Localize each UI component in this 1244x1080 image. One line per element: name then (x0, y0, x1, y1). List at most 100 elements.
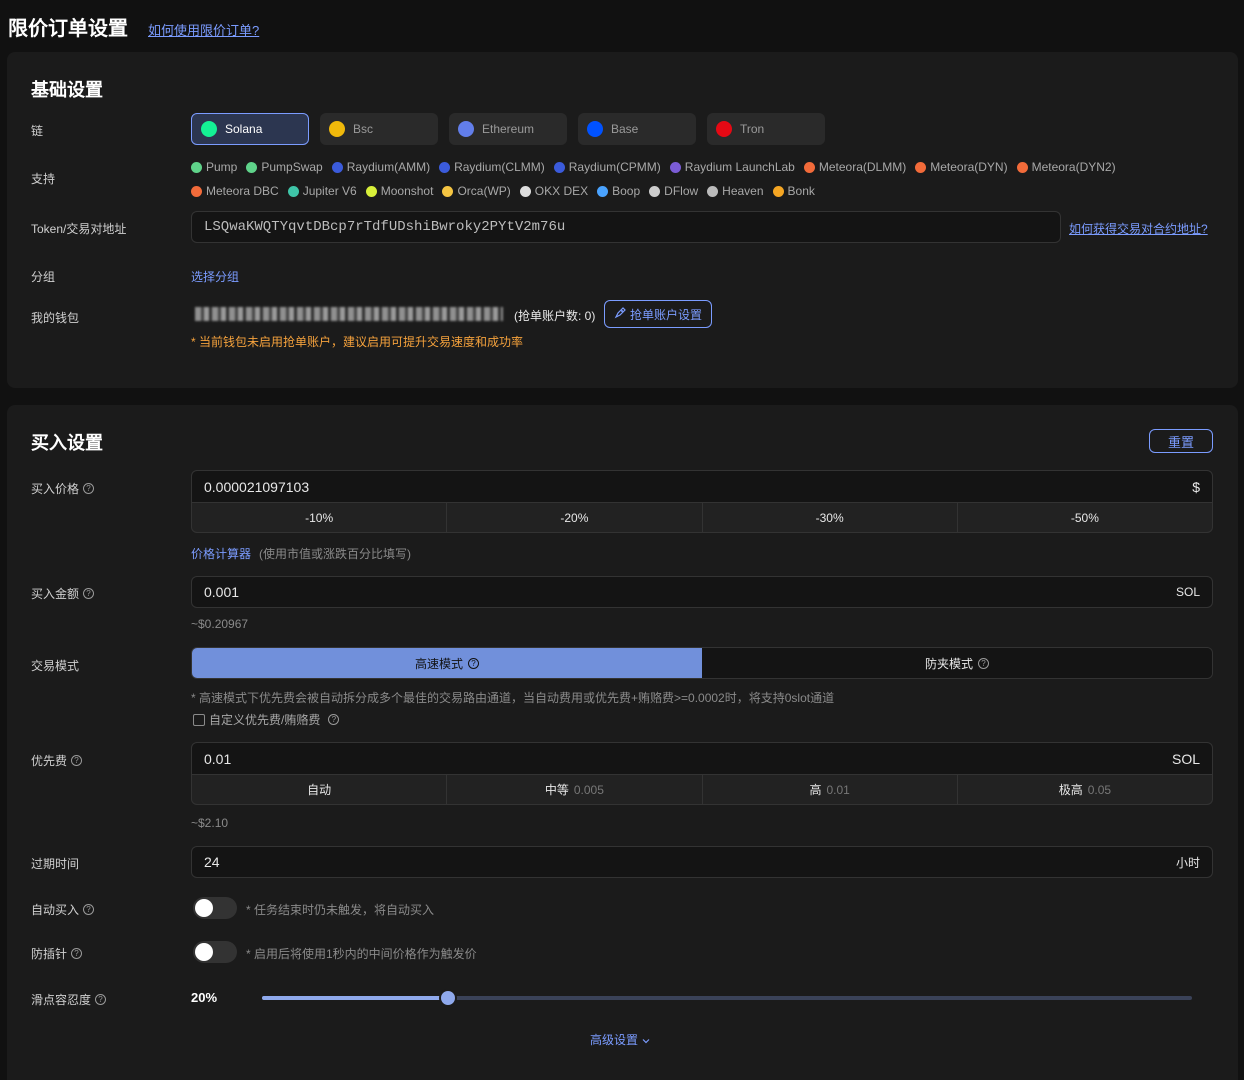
dex-item: Meteora(DYN2) (1016, 160, 1116, 174)
advanced-settings-toggle[interactable]: 高级设置 (590, 1031, 650, 1048)
chain-button-solana[interactable]: Solana (191, 113, 309, 145)
solana-icon (201, 121, 217, 137)
dex-icon (246, 161, 258, 173)
chain-label: 链 (31, 124, 44, 138)
question-icon[interactable]: ? (71, 948, 83, 959)
buy-amount-usd: ~$0.20967 (191, 617, 249, 631)
dex-item: PumpSwap (246, 160, 323, 174)
dex-item: Heaven (707, 184, 764, 198)
chain-button-tron[interactable]: Tron (707, 113, 825, 145)
priority-preset-label: 高 (809, 783, 822, 797)
dex-item: Raydium(AMM) (331, 160, 430, 174)
question-icon[interactable]: ? (95, 994, 107, 1005)
dex-name: Moonshot (380, 184, 434, 198)
slippage-label-text: 滑点容忍度 (31, 993, 92, 1007)
question-icon[interactable]: ? (83, 483, 95, 494)
priority-fee-preset-button[interactable]: 中等 0.005 (446, 775, 701, 804)
fast-mode-label: 高速模式 (414, 656, 463, 671)
dex-icon (439, 161, 451, 173)
priority-fee-label: 优先费 ? (31, 752, 83, 769)
question-icon[interactable]: ? (71, 755, 83, 766)
priority-preset-label: 极高 (1058, 783, 1083, 797)
chain-button-label: Bsc (353, 122, 374, 136)
question-icon[interactable]: ? (328, 714, 340, 725)
dex-name: Meteora(DYN2) (1031, 160, 1116, 174)
priority-fee-value: 0.01 (204, 750, 232, 767)
buy-price-field[interactable]: 0.000021097103 $ (191, 470, 1213, 503)
dex-icon (915, 161, 927, 173)
chain-button-label: Solana (225, 122, 263, 136)
priority-fee-preset-button[interactable]: 高 0.01 (701, 775, 957, 804)
dex-icon (191, 185, 202, 197)
base-icon (587, 121, 603, 137)
chain-button-base[interactable]: Base (578, 113, 696, 145)
snipe-account-warning: * 当前钱包未启用抢单账户，建议启用可提升交易速度和成功率 (191, 335, 524, 349)
question-icon[interactable]: ? (83, 904, 95, 915)
anti-sandwich-mode-option[interactable]: 防夹模式 ? (702, 648, 1212, 678)
auto-buy-toggle[interactable] (193, 897, 237, 919)
dex-icon (519, 185, 531, 197)
price-preset-button[interactable]: -20% (446, 503, 701, 532)
auto-buy-label-text: 自动买入 (31, 903, 80, 917)
question-icon[interactable]: ? (978, 657, 989, 669)
wallet-label: 我的钱包 (31, 311, 80, 325)
dex-name: Raydium(CLMM) (454, 160, 545, 174)
buy-amount-field[interactable]: 0.001 SOL (191, 576, 1213, 608)
fast-mode-option[interactable]: 高速模式 ? (192, 648, 702, 678)
price-preset-button[interactable]: -50% (956, 503, 1212, 532)
token-address-input[interactable] (204, 219, 1048, 235)
slippage-slider-thumb[interactable] (439, 989, 457, 1007)
anti-wick-toggle[interactable] (193, 941, 237, 963)
dex-icon (1016, 161, 1028, 173)
priority-preset-label: 中等 (544, 783, 569, 797)
question-icon[interactable]: ? (468, 657, 479, 669)
dex-name: Orca(WP) (457, 184, 511, 198)
trade-mode-label: 交易模式 (31, 659, 80, 673)
chain-button-label: Ethereum (482, 122, 535, 136)
priority-fee-preset-button[interactable]: 极高 0.05 (956, 775, 1212, 804)
price-calculator-link[interactable]: 价格计算器 (191, 545, 251, 562)
price-preset-button[interactable]: -10% (192, 503, 446, 532)
supported-dex-list: Pump PumpSwap Raydium(AMM) Raydium(CLMM) Ray… (191, 160, 1191, 198)
expire-field[interactable]: 24 小时 (191, 846, 1213, 878)
priority-fee-preset-button[interactable]: 自动 (192, 775, 446, 804)
dex-item: OKX DEX (519, 184, 588, 198)
priority-fee-field[interactable]: 0.01 SOL (191, 742, 1213, 775)
price-calculator-hint: (使用市值或涨跌百分比填写) (259, 547, 411, 561)
ethereum-icon (458, 121, 474, 137)
dex-name: Raydium LaunchLab (684, 160, 795, 174)
chain-button-bsc[interactable]: Bsc (320, 113, 438, 145)
price-preset-row: -10% -20% -30% -50% (191, 503, 1213, 533)
dex-name: Jupiter V6 (302, 184, 357, 198)
dex-item: Boop (597, 184, 640, 198)
toggle-knob (195, 899, 213, 917)
auto-buy-label: 自动买入 ? (31, 901, 95, 918)
dex-icon (669, 161, 681, 173)
dex-icon (649, 185, 661, 197)
token-address-field[interactable] (191, 211, 1061, 243)
buy-amount-unit: SOL (1175, 585, 1200, 599)
dex-icon (191, 161, 202, 173)
custom-fee-label: 自定义优先费/贿赂费 (209, 713, 321, 727)
chain-button-ethereum[interactable]: Ethereum (449, 113, 567, 145)
dex-icon (553, 161, 565, 173)
buy-amount-value: 0.001 (204, 584, 240, 600)
slippage-slider[interactable] (262, 989, 1192, 1007)
priority-preset-value: 0.005 (573, 782, 604, 797)
header: 限价订单设置 如何使用限价订单? (8, 12, 259, 41)
question-icon[interactable]: ? (83, 588, 95, 599)
custom-fee-checkbox[interactable] (193, 713, 205, 726)
price-preset-button[interactable]: -30% (701, 503, 957, 532)
limit-order-help-link[interactable]: 如何使用限价订单? (148, 20, 259, 39)
dex-item: Pump (191, 160, 237, 174)
reset-button[interactable]: 重置 (1149, 429, 1213, 453)
buy-settings-card: 买入设置 重置 买入价格 ? 0.000021097103 $ -10% -20%… (7, 405, 1238, 1080)
select-group-link[interactable]: 选择分组 (191, 268, 239, 285)
snipe-account-settings-button[interactable]: 抢单账户设置 (604, 300, 712, 328)
slippage-value: 20% (191, 990, 218, 1005)
buy-price-label-text: 买入价格 (31, 482, 80, 496)
dex-icon (287, 185, 299, 197)
buy-price-label: 买入价格 ? (31, 480, 95, 497)
token-address-help-link[interactable]: 如何获得交易对合约地址? (1069, 220, 1208, 237)
dex-name: Meteora(DYN) (930, 160, 1008, 174)
